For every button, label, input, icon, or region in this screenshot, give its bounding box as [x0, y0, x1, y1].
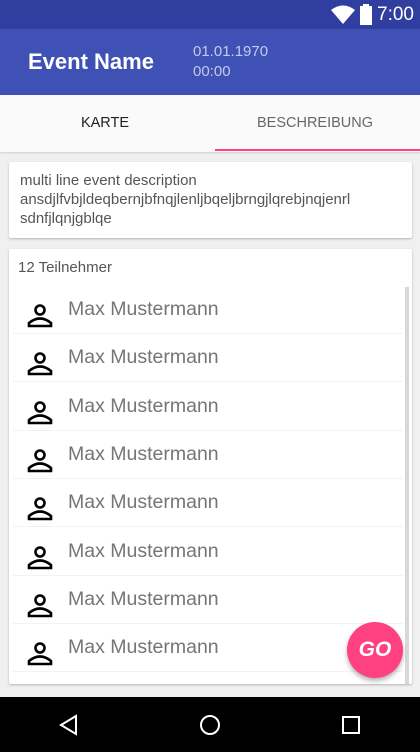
participant-name: Max Mustermann — [68, 394, 219, 417]
participants-card: 12 Teilnehmer Max Mustermann Max Musterma… — [9, 249, 412, 684]
description-line: ansdjlfvbjldeqbernjbfnqjlenljbqeljbrngjl… — [20, 191, 351, 208]
description-line: multi line event description — [20, 172, 197, 189]
participant-name: Max Mustermann — [68, 346, 219, 369]
participant-name: Max Mustermann — [68, 298, 219, 320]
wifi-icon — [331, 5, 355, 24]
navigation-bar — [0, 697, 420, 752]
event-time: 00:00 — [193, 63, 231, 80]
tab-karte[interactable]: KARTE — [0, 95, 210, 152]
status-bar: 7:00 — [0, 0, 420, 29]
person-icon — [27, 449, 53, 473]
toolbar: Event Name 01.01.1970 00:00 — [0, 29, 420, 95]
participant-name: Max Mustermann — [68, 539, 219, 562]
tab-bar: KARTE BESCHREIBUNG — [0, 95, 420, 152]
battery-icon — [360, 4, 372, 25]
description-line: sdnfjlqnjgblqe — [20, 210, 112, 227]
description-card: multi line event description ansdjlfvbjl… — [9, 162, 412, 238]
participant-row[interactable]: Max Mustermann — [13, 528, 403, 576]
person-icon — [27, 593, 53, 618]
participant-count: 12 Teilnehmer — [18, 259, 112, 276]
event-datetime: 01.01.1970 00:00 — [193, 42, 268, 82]
person-icon — [27, 545, 53, 569]
participant-name: Max Mustermann — [68, 587, 219, 610]
participant-name: Max Mustermann — [68, 636, 219, 659]
participant-row[interactable]: Max Mustermann — [13, 334, 403, 383]
event-title: Event Name — [28, 49, 154, 74]
participant-row[interactable]: Max Mustermann — [13, 383, 403, 431]
participant-name: Max Mustermann — [68, 442, 219, 465]
participant-row[interactable]: Max Mustermann — [13, 576, 403, 624]
person-icon — [27, 642, 53, 666]
participant-name: Max Mustermann — [68, 491, 219, 514]
participant-row[interactable]: Max Mustermann — [13, 431, 403, 479]
person-icon — [27, 352, 53, 376]
participant-row[interactable]: Max Mustermann — [13, 624, 403, 673]
recents-icon[interactable] — [341, 714, 361, 736]
clock: 7:00 — [377, 4, 414, 25]
back-icon[interactable] — [58, 714, 80, 736]
tab-indicator — [215, 149, 420, 151]
participant-row[interactable]: Max Mustermann — [13, 479, 403, 528]
tab-beschreibung[interactable]: BESCHREIBUNG — [210, 95, 420, 152]
home-icon[interactable] — [199, 714, 221, 736]
person-icon — [27, 304, 53, 328]
go-button[interactable]: GO — [347, 622, 403, 678]
person-icon — [27, 400, 53, 424]
scrollbar[interactable] — [405, 287, 409, 684]
participant-row[interactable]: Max Mustermann — [13, 286, 403, 334]
event-date: 01.01.1970 — [193, 43, 269, 60]
person-icon — [27, 497, 53, 521]
